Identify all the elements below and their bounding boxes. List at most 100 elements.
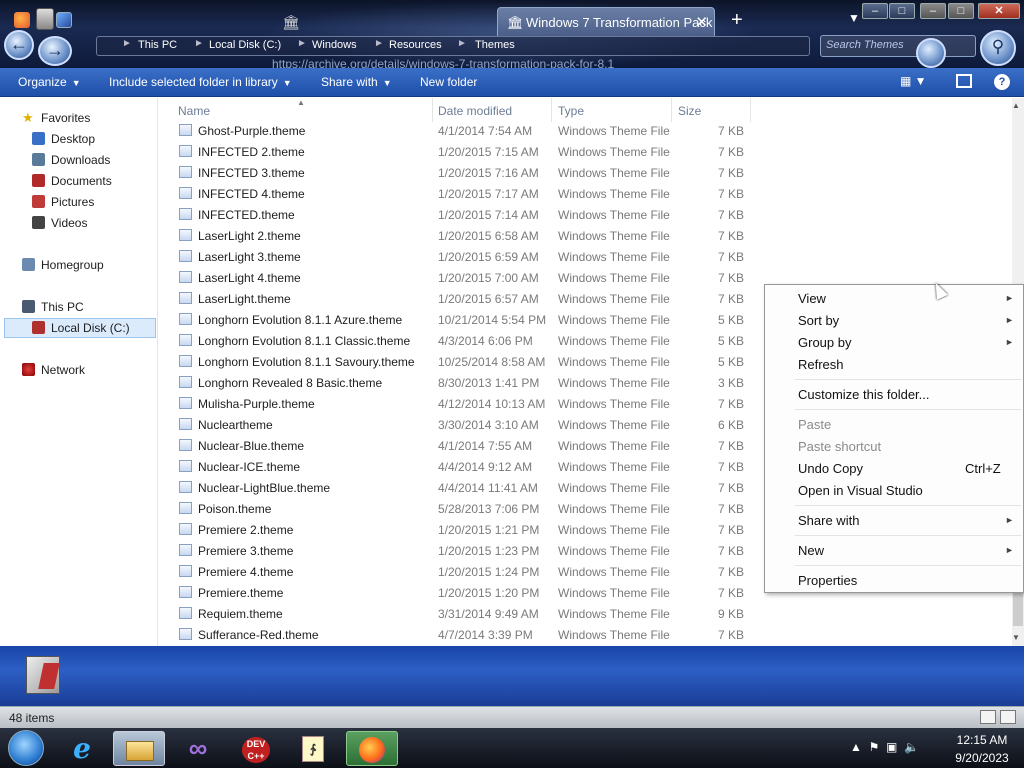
menu-item-group-by[interactable]: Group by — [798, 335, 851, 350]
share-with-button[interactable]: Share with ▼ — [321, 75, 392, 89]
large-icons-view-icon[interactable] — [1000, 710, 1016, 724]
nav-network[interactable]: Network — [41, 363, 85, 377]
file-row[interactable]: Sufferance-Red.theme 4/7/2014 3:39 PM Wind… — [158, 624, 758, 645]
nav-downloads[interactable]: Downloads — [51, 153, 110, 167]
flag-icon[interactable]: ⚑ — [869, 740, 880, 754]
file-row[interactable]: Nuclear-ICE.theme 4/4/2014 9:12 AM Windows… — [158, 456, 758, 477]
organize-button[interactable]: Organize ▼ — [18, 75, 81, 89]
file-row[interactable]: Premiere.theme 1/20/2015 1:20 PM Windows T… — [158, 582, 758, 603]
include-in-library-button[interactable]: Include selected folder in library ▼ — [109, 75, 292, 89]
file-size: 5 KB — [717, 313, 744, 327]
file-row[interactable]: Ghost-Purple.theme 4/1/2014 7:54 AM Window… — [158, 120, 758, 141]
file-row[interactable]: INFECTED 3.theme 1/20/2015 7:16 AM Windows… — [158, 162, 758, 183]
file-row[interactable]: Premiere 4.theme 1/20/2015 1:24 PM Windows… — [158, 561, 758, 582]
maximize-button[interactable]: □ — [889, 3, 915, 19]
file-row[interactable]: LaserLight 3.theme 1/20/2015 6:59 AM Windo… — [158, 246, 758, 267]
network-tray-icon[interactable]: ▣ — [886, 740, 897, 754]
breadcrumb-local-disk[interactable]: Local Disk (C:) — [209, 39, 281, 51]
file-row[interactable]: Poison.theme 5/28/2013 7:06 PM Windows The… — [158, 498, 758, 519]
file-row[interactable]: Longhorn Evolution 8.1.1 Classic.theme 4/… — [158, 330, 758, 351]
volume-icon[interactable]: 🔈 — [904, 740, 919, 754]
firefox-icon[interactable] — [346, 731, 398, 766]
details-view-icon[interactable] — [980, 710, 996, 724]
nav-pictures[interactable]: Pictures — [51, 195, 94, 209]
file-row[interactable]: Nuclear-LightBlue.theme 4/4/2014 11:41 AM… — [158, 477, 758, 498]
tab-list-chevron-icon[interactable]: ▼ — [848, 11, 860, 25]
nav-homegroup[interactable]: Homegroup — [41, 258, 104, 272]
archive-tab-icon[interactable]: 🏛 — [282, 14, 300, 31]
system-tray[interactable]: ▲ ⚑ ▣ 🔈 — [850, 740, 919, 754]
column-header-date[interactable]: Date modified — [438, 104, 512, 118]
file-row[interactable]: LaserLight 2.theme 1/20/2015 6:58 AM Windo… — [158, 225, 758, 246]
file-row[interactable]: Premiere 3.theme 1/20/2015 1:23 PM Windows… — [158, 540, 758, 561]
file-row[interactable]: Mulisha-Purple.theme 4/12/2014 10:13 AM Wi… — [158, 393, 758, 414]
breadcrumb-themes[interactable]: Themes — [475, 39, 515, 51]
file-row[interactable]: INFECTED 2.theme 1/20/2015 7:15 AM Windows… — [158, 141, 758, 162]
file-row[interactable]: Premiere 2.theme 1/20/2015 1:21 PM Windows… — [158, 519, 758, 540]
menu-item-customize-folder[interactable]: Customize this folder... — [798, 387, 930, 402]
file-row[interactable]: LaserLight.theme 1/20/2015 6:57 AM Windows… — [158, 288, 758, 309]
nav-desktop[interactable]: Desktop — [51, 132, 95, 146]
back-button[interactable]: ← — [4, 30, 34, 60]
nav-documents[interactable]: Documents — [51, 174, 112, 188]
menu-item-sort-by[interactable]: Sort by — [798, 313, 839, 328]
column-header-size[interactable]: Size — [678, 104, 701, 118]
file-row[interactable]: Longhorn Revealed 8 Basic.theme 8/30/2013… — [158, 372, 758, 393]
close-button[interactable]: ✕ — [978, 3, 1020, 19]
column-header-name[interactable]: Name — [178, 104, 210, 118]
column-header-type[interactable]: Type — [558, 104, 584, 118]
menu-item-open-visual-studio[interactable]: Open in Visual Studio — [798, 483, 923, 498]
file-row[interactable]: Nucleartheme 3/30/2014 3:10 AM Windows The… — [158, 414, 758, 435]
clock-time[interactable]: 12:15 AM — [948, 733, 1016, 747]
minimize-button[interactable]: – — [862, 3, 888, 19]
forward-button[interactable]: → — [38, 36, 72, 66]
devcpp-icon[interactable]: DEV C++ — [230, 731, 282, 766]
nav-this-pc[interactable]: This PC — [41, 300, 84, 314]
file-row[interactable]: INFECTED 4.theme 1/20/2015 7:17 AM Windows… — [158, 183, 758, 204]
file-row[interactable]: LaserLight 4.theme 1/20/2015 7:00 AM Windo… — [158, 267, 758, 288]
show-hidden-icons-icon[interactable]: ▲ — [850, 740, 862, 754]
column-divider[interactable] — [432, 98, 433, 122]
scroll-down-arrow-icon[interactable]: ▼ — [1012, 633, 1020, 642]
help-icon[interactable]: ? — [994, 74, 1010, 90]
nav-local-disk[interactable]: Local Disk (C:) — [51, 321, 130, 335]
clock-date[interactable]: 9/20/2023 — [948, 751, 1016, 765]
search-icon[interactable]: ⚲ — [980, 30, 1016, 66]
menu-item-new[interactable]: New — [798, 543, 824, 558]
file-row[interactable]: Requiem.theme 3/31/2014 9:49 AM Windows Th… — [158, 603, 758, 624]
new-tab-button[interactable]: + — [731, 9, 743, 32]
maximize-button-explorer[interactable]: □ — [948, 3, 974, 19]
breadcrumb-this-pc[interactable]: This PC — [138, 39, 177, 51]
file-row[interactable]: INFECTED.theme 1/20/2015 7:14 AM Windows T… — [158, 204, 758, 225]
preview-pane-icon[interactable] — [956, 74, 972, 88]
file-row[interactable]: Nuclear-Blue.theme 4/1/2014 7:55 AM Window… — [158, 435, 758, 456]
internet-explorer-icon[interactable]: e — [56, 731, 108, 766]
column-divider[interactable] — [671, 98, 672, 122]
nav-favorites[interactable]: Favorites — [41, 111, 90, 125]
change-view-icon[interactable]: ▦ ▼ — [900, 74, 927, 88]
column-divider[interactable] — [551, 98, 552, 122]
menu-item-view[interactable]: View — [798, 291, 826, 306]
scroll-up-arrow-icon[interactable]: ▲ — [1012, 101, 1020, 110]
search-input[interactable]: Search Themes — [820, 35, 976, 57]
menu-item-refresh[interactable]: Refresh — [798, 357, 844, 372]
menu-item-undo-copy[interactable]: Undo Copy — [798, 461, 863, 476]
menu-item-share-with[interactable]: Share with — [798, 513, 859, 528]
theme-file-icon — [179, 124, 192, 136]
menu-item-properties[interactable]: Properties — [798, 573, 857, 588]
file-row[interactable]: Longhorn Evolution 8.1.1 Azure.theme 10/2… — [158, 309, 758, 330]
browser-tab-active[interactable]: 🏛 Windows 7 Transformation Pack ✕ — [497, 7, 715, 37]
file-row[interactable]: Longhorn Evolution 8.1.1 Savoury.theme 10… — [158, 351, 758, 372]
start-button[interactable] — [8, 730, 44, 766]
breadcrumb-windows[interactable]: Windows — [312, 39, 357, 51]
browser-menu-button[interactable] — [916, 38, 946, 68]
close-tab-icon[interactable]: ✕ — [695, 13, 708, 31]
notepad-plus-plus-icon[interactable]: ∱ — [288, 731, 340, 766]
minimize-button-explorer[interactable]: – — [920, 3, 946, 19]
visual-studio-icon[interactable]: ∞ — [172, 731, 224, 766]
new-folder-button[interactable]: New folder — [420, 75, 477, 89]
column-divider[interactable] — [750, 98, 751, 122]
nav-videos[interactable]: Videos — [51, 216, 87, 230]
breadcrumb-resources[interactable]: Resources — [389, 39, 442, 51]
file-explorer-icon[interactable] — [113, 731, 165, 766]
